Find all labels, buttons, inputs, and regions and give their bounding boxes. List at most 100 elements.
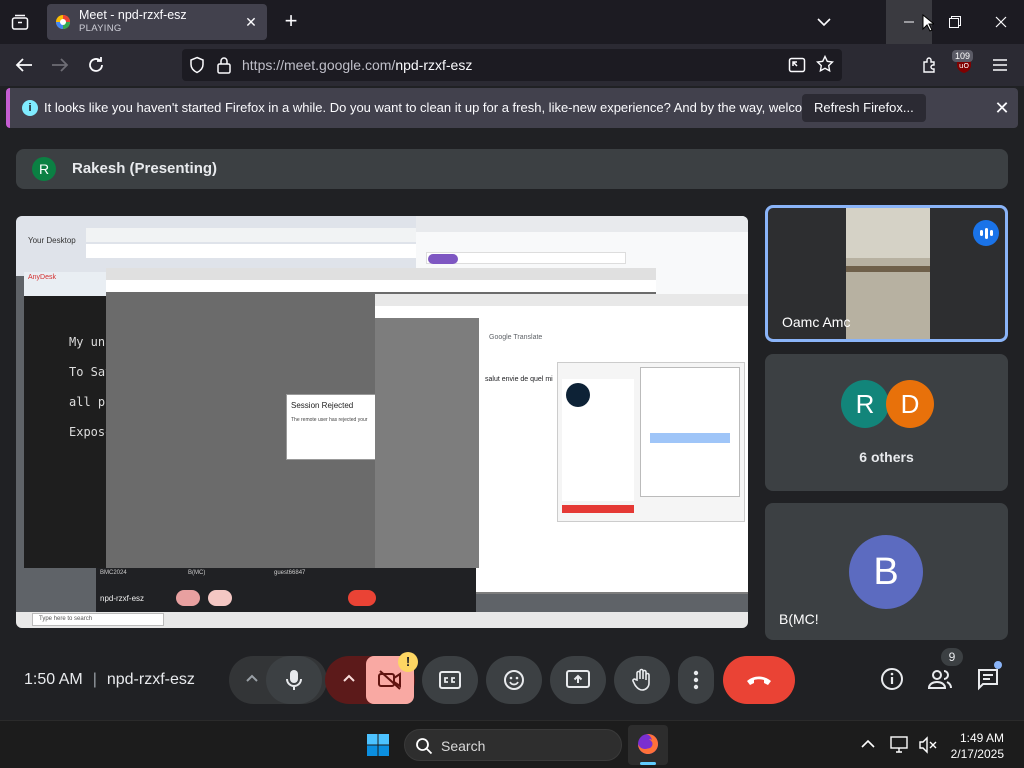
remote-search-box: Type here to search [32,613,164,626]
remote-browser-tabs [86,228,416,242]
volume-muted-icon[interactable] [918,736,938,759]
remote-nested-anydesk: Google Translate salut envie de quel mi [375,294,748,594]
reload-icon[interactable] [84,53,108,77]
tab-list-icon[interactable] [0,0,40,44]
closed-captions-icon [439,671,461,689]
presenting-bar: R Rakesh (Presenting) [16,149,1008,189]
back-arrow-icon[interactable] [12,53,36,77]
end-call-icon [747,676,771,685]
audio-options-chevron-icon[interactable] [243,670,261,693]
presenter-name: Rakesh (Presenting) [72,160,218,177]
url-bar[interactable]: https://meet.google.com/npd-rzxf-esz [182,49,842,81]
meeting-info-icon[interactable] [879,666,905,692]
leave-call-button[interactable] [723,656,795,704]
tab-playing-label: PLAYING [79,23,122,34]
taskbar-firefox-button[interactable] [628,725,668,765]
meeting-time: 1:50 AM [24,671,83,688]
firefox-icon [638,734,658,754]
picture-in-picture-icon[interactable] [788,56,806,79]
camera-off-icon [378,670,401,690]
captions-button[interactable] [422,656,478,704]
taskbar-active-indicator [640,762,656,765]
remote-anydesk-titlebar [106,268,656,280]
remote-meet-code: npd-rzxf-esz [100,594,145,603]
remote-tile-name-2: B(MC) [188,570,206,576]
extensions-puzzle-icon[interactable] [918,53,942,77]
dialog-title: Session Rejected [291,401,354,410]
refresh-firefox-button[interactable]: Refresh Firefox... [802,94,926,122]
translated-text: salut envie de quel mi [485,376,553,383]
notification-close-icon[interactable]: ✕ [992,98,1012,118]
remote-chrome-tabs [416,216,748,232]
browser-tab-strip: Meet - npd-rzxf-esz PLAYING ✕ + [0,0,1024,44]
tracking-protection-shield-icon[interactable] [188,56,206,79]
windows-start-icon[interactable] [366,733,390,757]
chat-unread-dot [994,661,1002,669]
more-vert-icon [693,670,699,690]
tab-close-icon[interactable]: ✕ [243,14,259,30]
remote-cam-button [208,590,232,606]
remote-anydesk-address [106,280,656,292]
avatar-r: R [841,380,889,428]
participant-tile-others[interactable]: R D 6 others [765,354,1008,491]
remote-end-call [348,590,376,606]
raise-hand-button[interactable] [614,656,670,704]
lock-icon[interactable] [216,56,232,79]
tab-meet[interactable]: Meet - npd-rzxf-esz PLAYING ✕ [47,4,267,40]
show-hidden-icons-chevron-icon[interactable] [860,737,876,756]
extension-count-badge: 109 [952,50,974,62]
participant-name: B(MC! [779,611,819,627]
network-icon[interactable] [890,736,910,759]
menu-hamburger-icon[interactable] [988,53,1012,77]
more-options-button[interactable] [678,656,714,704]
remote-tile-name-1: BMC2024 [100,570,127,576]
remote-search-text: Type here to search [39,616,93,622]
camera-warning-badge: ! [398,652,418,672]
participant-name: Oamc Amc [782,314,851,330]
shared-screen[interactable]: Your Desktop AnyDesk My una To Save all pi… [16,216,748,628]
windows-taskbar: Search 1:49 AM 2/17/2025 [0,720,1024,768]
participant-tile-oamc[interactable]: Oamc Amc [765,205,1008,342]
remote-page-bottom [476,568,748,592]
meet-controls-bar: 1:50 AM | npd-rzxf-esz ! [0,650,1024,720]
meeting-details: 1:50 AM | npd-rzxf-esz [24,671,195,688]
new-tab-button[interactable]: + [279,10,303,34]
microphone-button[interactable] [266,656,322,704]
remote-red-button [562,505,634,513]
remote-taskbar: Type here to search [16,612,748,628]
video-wall [846,208,930,258]
refresh-firefox-notification: i It looks like you haven't started Fire… [6,88,1018,128]
info-icon: i [22,100,38,116]
taskbar-search-label: Search [441,738,486,754]
url-text[interactable]: https://meet.google.com/npd-rzxf-esz [242,57,472,73]
clock-date: 2/17/2025 [950,747,1004,761]
notification-message: It looks like you haven't started Firefo… [44,100,855,115]
chat-icon[interactable] [975,661,1002,692]
people-icon[interactable] [927,666,953,692]
window-minimize-button[interactable] [886,0,934,44]
window-close-button[interactable] [978,0,1024,44]
window-restore-button[interactable] [932,0,978,44]
video-ledge [846,266,930,272]
bookmark-star-icon[interactable] [815,54,835,78]
remote-translate-page: Google Translate salut envie de quel mi [479,318,748,582]
google-translate-label: Google Translate [489,334,543,341]
speaking-indicator-icon [973,220,999,246]
remote-editor-panel: AnyDesk My una To Save all pic Expose [24,272,120,568]
session-rejected-dialog: Session Rejected The remote user has rej… [286,394,376,460]
people-count-badge: 9 [941,648,963,666]
avatar-d: D [886,380,934,428]
taskbar-search-box[interactable]: Search [404,729,622,761]
participant-tile-bmc[interactable]: B B(MC! [765,503,1008,640]
nested-titlebar [375,294,748,306]
present-screen-icon [566,670,590,688]
forward-arrow-icon[interactable] [48,53,72,77]
remote-inner-window [557,362,745,522]
video-options-chevron-icon[interactable] [340,670,358,693]
remote-browser-address [86,244,416,258]
present-screen-button[interactable] [550,656,606,704]
list-all-tabs-chevron-icon[interactable] [812,12,836,32]
emoji-reaction-button[interactable] [486,656,542,704]
search-icon [416,738,433,755]
taskbar-clock[interactable]: 1:49 AM 2/17/2025 [944,730,1004,762]
